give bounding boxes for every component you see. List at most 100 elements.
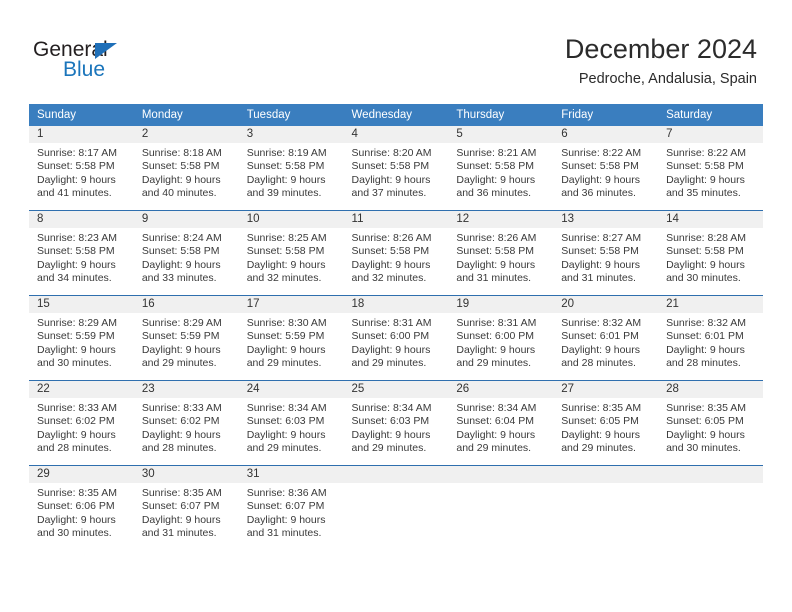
day-number: 8: [29, 211, 134, 228]
day-number: 4: [343, 126, 449, 143]
sunrise-text: Sunrise: 8:32 AM: [666, 317, 747, 329]
daylight-text-line2: and 30 minutes.: [37, 527, 112, 540]
day-details: Sunrise: 8:32 AM Sunset: 6:01 PM Dayligh…: [658, 313, 763, 371]
daylight-text-line2: and 35 minutes.: [666, 187, 741, 200]
calendar-day-cell[interactable]: 16 Sunrise: 8:29 AM Sunset: 5:59 PM Dayl…: [133, 295, 239, 381]
daylight-text-line2: and 31 minutes.: [561, 272, 636, 285]
daylight-text-line1: Daylight: 9 hours: [351, 428, 431, 441]
calendar-day-cell[interactable]: 29 Sunrise: 8:35 AM Sunset: 6:06 PM Dayl…: [29, 465, 134, 550]
sunset-text: Sunset: 5:58 PM: [141, 245, 220, 258]
calendar-day-cell[interactable]: 22 Sunrise: 8:33 AM Sunset: 6:02 PM Dayl…: [29, 380, 134, 466]
calendar-day-cell[interactable]: 8 Sunrise: 8:23 AM Sunset: 5:58 PM Dayli…: [29, 210, 134, 296]
calendar-day-cell[interactable]: 21 Sunrise: 8:32 AM Sunset: 6:01 PM Dayl…: [658, 295, 763, 381]
daylight-text-line1: Daylight: 9 hours: [246, 428, 326, 441]
calendar-day-cell[interactable]: 12 Sunrise: 8:26 AM Sunset: 5:58 PM Dayl…: [448, 210, 554, 296]
day-number: 9: [133, 211, 239, 228]
calendar-week-row: 22 Sunrise: 8:33 AM Sunset: 6:02 PM Dayl…: [29, 380, 763, 466]
daylight-text-line2: and 31 minutes.: [456, 272, 532, 285]
daylight-text-line1: Daylight: 9 hours: [666, 173, 745, 186]
daylight-text-line1: Daylight: 9 hours: [561, 258, 641, 271]
sunrise-text: Sunrise: 8:31 AM: [351, 317, 432, 329]
calendar-day-cell[interactable]: 27 Sunrise: 8:35 AM Sunset: 6:05 PM Dayl…: [553, 380, 659, 466]
calendar-day-cell[interactable]: 28 Sunrise: 8:35 AM Sunset: 6:05 PM Dayl…: [658, 380, 763, 466]
weekday-header-saturday: Saturday: [658, 104, 763, 126]
calendar-day-cell[interactable]: 15 Sunrise: 8:29 AM Sunset: 5:59 PM Dayl…: [29, 295, 134, 381]
daylight-text-line1: Daylight: 9 hours: [37, 428, 116, 441]
calendar-week-row: 1 Sunrise: 8:17 AM Sunset: 5:58 PM Dayli…: [29, 126, 763, 211]
day-number: 13: [553, 211, 659, 228]
sunrise-text: Sunrise: 8:21 AM: [456, 147, 537, 159]
weekday-header-tuesday: Tuesday: [238, 104, 344, 126]
calendar-day-cell[interactable]: 19 Sunrise: 8:31 AM Sunset: 6:00 PM Dayl…: [448, 295, 554, 381]
calendar-day-cell[interactable]: 7 Sunrise: 8:22 AM Sunset: 5:58 PM Dayli…: [658, 126, 763, 211]
sunset-text: Sunset: 5:58 PM: [561, 160, 639, 173]
sunrise-text: Sunrise: 8:35 AM: [141, 487, 222, 499]
calendar-day-cell[interactable]: 11 Sunrise: 8:26 AM Sunset: 5:58 PM Dayl…: [343, 210, 449, 296]
day-details: Sunrise: 8:33 AM Sunset: 6:02 PM Dayligh…: [29, 398, 134, 456]
daylight-text-line1: Daylight: 9 hours: [561, 173, 641, 186]
day-details: Sunrise: 8:25 AM Sunset: 5:58 PM Dayligh…: [239, 228, 344, 286]
daylight-text-line1: Daylight: 9 hours: [351, 343, 431, 356]
day-details: Sunrise: 8:18 AM Sunset: 5:58 PM Dayligh…: [134, 143, 239, 201]
calendar-day-cell[interactable]: 17 Sunrise: 8:30 AM Sunset: 5:59 PM Dayl…: [238, 295, 344, 381]
calendar-day-cell[interactable]: 25 Sunrise: 8:34 AM Sunset: 6:03 PM Dayl…: [343, 380, 449, 466]
daylight-text-line2: and 29 minutes.: [456, 357, 532, 370]
calendar-day-cell[interactable]: 30 Sunrise: 8:35 AM Sunset: 6:07 PM Dayl…: [133, 465, 239, 550]
sunrise-text: Sunrise: 8:17 AM: [37, 147, 117, 159]
day-number: 23: [133, 381, 239, 398]
calendar-day-cell[interactable]: 2 Sunrise: 8:18 AM Sunset: 5:58 PM Dayli…: [133, 126, 239, 211]
daylight-text-line2: and 32 minutes.: [351, 272, 427, 285]
calendar-day-cell[interactable]: 20 Sunrise: 8:32 AM Sunset: 6:01 PM Dayl…: [553, 295, 659, 381]
day-details: Sunrise: 8:19 AM Sunset: 5:58 PM Dayligh…: [239, 143, 344, 201]
general-blue-logo: General Blue: [33, 38, 233, 84]
sunrise-text: Sunrise: 8:28 AM: [666, 232, 747, 244]
calendar-day-cell[interactable]: 6 Sunrise: 8:22 AM Sunset: 5:58 PM Dayli…: [553, 126, 659, 211]
calendar-day-cell[interactable]: 5 Sunrise: 8:21 AM Sunset: 5:58 PM Dayli…: [448, 126, 554, 211]
calendar-day-cell[interactable]: 24 Sunrise: 8:34 AM Sunset: 6:03 PM Dayl…: [238, 380, 344, 466]
sunset-text: Sunset: 5:58 PM: [456, 245, 535, 258]
daylight-text-line2: and 31 minutes.: [141, 527, 217, 540]
calendar-day-cell[interactable]: 1 Sunrise: 8:17 AM Sunset: 5:58 PM Dayli…: [29, 126, 134, 211]
calendar-day-cell[interactable]: 26 Sunrise: 8:34 AM Sunset: 6:04 PM Dayl…: [448, 380, 554, 466]
day-details: Sunrise: 8:35 AM Sunset: 6:05 PM Dayligh…: [658, 398, 763, 456]
sunset-text: Sunset: 6:03 PM: [246, 415, 325, 428]
title-block: December 2024 Pedroche, Andalusia, Spain: [565, 33, 757, 89]
day-details: Sunrise: 8:24 AM Sunset: 5:58 PM Dayligh…: [134, 228, 239, 286]
daylight-text-line2: and 34 minutes.: [37, 272, 112, 285]
weekday-header-wednesday: Wednesday: [343, 104, 449, 126]
calendar-table: Sunday Monday Tuesday Wednesday Thursday…: [29, 104, 763, 550]
day-number: 6: [553, 126, 659, 143]
day-number: 16: [133, 296, 239, 313]
sunset-text: Sunset: 6:05 PM: [666, 415, 744, 428]
day-details: Sunrise: 8:21 AM Sunset: 5:58 PM Dayligh…: [448, 143, 553, 201]
sunrise-text: Sunrise: 8:33 AM: [37, 402, 117, 414]
daylight-text-line1: Daylight: 9 hours: [666, 428, 745, 441]
weekday-header-monday: Monday: [133, 104, 239, 126]
daylight-text-line1: Daylight: 9 hours: [351, 258, 431, 271]
sunrise-text: Sunrise: 8:26 AM: [456, 232, 537, 244]
calendar-day-cell[interactable]: 4 Sunrise: 8:20 AM Sunset: 5:58 PM Dayli…: [343, 126, 449, 211]
sunset-text: Sunset: 5:59 PM: [37, 330, 115, 343]
calendar-day-cell[interactable]: 13 Sunrise: 8:27 AM Sunset: 5:58 PM Dayl…: [553, 210, 659, 296]
sunset-text: Sunset: 6:05 PM: [561, 415, 639, 428]
weekday-header-row: Sunday Monday Tuesday Wednesday Thursday…: [29, 104, 763, 126]
daylight-text-line2: and 29 minutes.: [141, 357, 217, 370]
calendar-day-cell[interactable]: 3 Sunrise: 8:19 AM Sunset: 5:58 PM Dayli…: [238, 126, 344, 211]
calendar-day-cell[interactable]: 18 Sunrise: 8:31 AM Sunset: 6:00 PM Dayl…: [343, 295, 449, 381]
day-number: 3: [238, 126, 344, 143]
day-number: [448, 466, 554, 483]
daylight-text-line2: and 29 minutes.: [246, 442, 322, 455]
daylight-text-line2: and 33 minutes.: [141, 272, 217, 285]
daylight-text-line2: and 40 minutes.: [141, 187, 217, 200]
sunset-text: Sunset: 6:02 PM: [141, 415, 220, 428]
calendar-day-cell[interactable]: 10 Sunrise: 8:25 AM Sunset: 5:58 PM Dayl…: [238, 210, 344, 296]
daylight-text-line1: Daylight: 9 hours: [141, 513, 221, 526]
daylight-text-line1: Daylight: 9 hours: [456, 173, 536, 186]
calendar-day-cell[interactable]: 14 Sunrise: 8:28 AM Sunset: 5:58 PM Dayl…: [658, 210, 763, 296]
calendar-day-cell[interactable]: 9 Sunrise: 8:24 AM Sunset: 5:58 PM Dayli…: [133, 210, 239, 296]
daylight-text-line2: and 39 minutes.: [246, 187, 322, 200]
daylight-text-line1: Daylight: 9 hours: [37, 513, 116, 526]
calendar-day-cell[interactable]: 31 Sunrise: 8:36 AM Sunset: 6:07 PM Dayl…: [238, 465, 344, 550]
calendar-day-cell[interactable]: 23 Sunrise: 8:33 AM Sunset: 6:02 PM Dayl…: [133, 380, 239, 466]
sunset-text: Sunset: 6:07 PM: [141, 500, 220, 513]
